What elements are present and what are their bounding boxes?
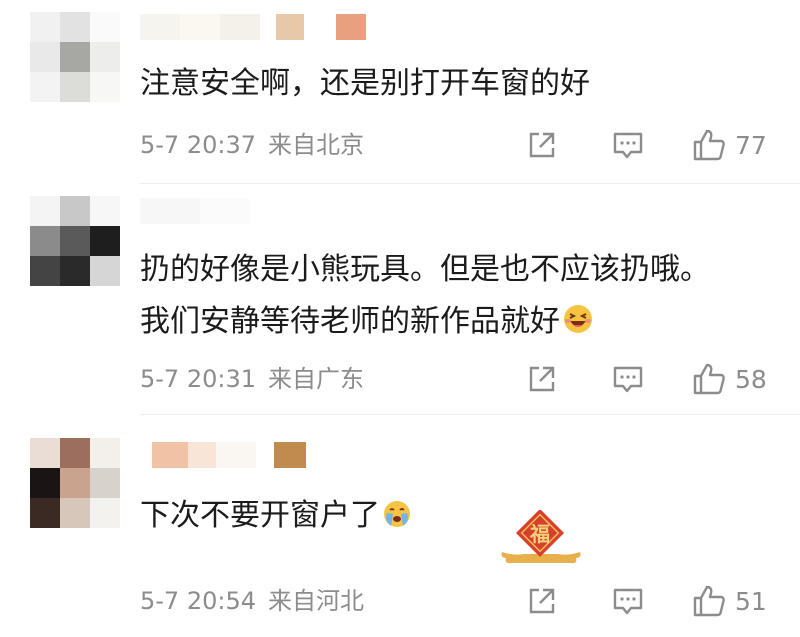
divider xyxy=(140,414,800,415)
comment-button[interactable] xyxy=(611,128,645,162)
thumbs-up-icon xyxy=(693,363,725,395)
like-count: 51 xyxy=(735,586,767,616)
comment-icon xyxy=(613,132,643,159)
thumbs-up-icon xyxy=(693,129,725,161)
laughing-face-emoji xyxy=(564,305,592,333)
comment-location: 来自河北 xyxy=(268,587,364,615)
username[interactable] xyxy=(140,14,380,40)
share-icon xyxy=(529,132,555,158)
like-button[interactable]: 77 xyxy=(691,128,767,162)
fu-badge-icon: 福 xyxy=(501,510,581,564)
comment-actions: 51 xyxy=(525,584,785,618)
divider xyxy=(140,183,800,184)
comment-time: 5-7 20:54 xyxy=(140,587,256,615)
comment-text-line: 我们安静等待老师的新作品就好 xyxy=(140,294,594,350)
comment-actions: 58 xyxy=(525,362,785,396)
comment-time: 5-7 20:31 xyxy=(140,365,256,393)
comment-meta: 5-7 20:37 来自北京 xyxy=(140,128,364,162)
comment-text-line: 下次不要开窗户了 xyxy=(140,488,412,544)
avatar[interactable] xyxy=(30,12,120,102)
share-button[interactable] xyxy=(525,128,559,162)
comment-meta: 5-7 20:54 来自河北 xyxy=(140,584,364,618)
avatar[interactable] xyxy=(30,438,120,528)
like-button[interactable]: 51 xyxy=(691,584,767,618)
comment-icon xyxy=(613,588,643,615)
share-button[interactable] xyxy=(525,584,559,618)
comment-actions: 77 xyxy=(525,128,785,162)
comment-text-line: 扔的好像是小熊玩具。但是也不应该扔哦。 xyxy=(140,252,710,287)
fu-badge-text: 福 xyxy=(529,522,550,546)
comment-button[interactable] xyxy=(611,584,645,618)
comment-text: 我们安静等待老师的新作品就好 xyxy=(140,304,560,339)
like-count: 77 xyxy=(735,130,767,160)
crying-face-emoji xyxy=(384,501,410,527)
comment-icon xyxy=(613,366,643,393)
like-count: 58 xyxy=(735,364,767,394)
share-icon xyxy=(529,366,555,392)
comment-location: 来自北京 xyxy=(268,131,364,159)
avatar[interactable] xyxy=(30,196,120,286)
comment-time: 5-7 20:37 xyxy=(140,131,256,159)
username[interactable] xyxy=(140,198,300,224)
like-button[interactable]: 58 xyxy=(691,362,767,396)
share-button[interactable] xyxy=(525,362,559,396)
comment-text: 注意安全啊，还是别打开车窗的好 xyxy=(140,66,590,101)
comment-location: 来自广东 xyxy=(268,365,364,393)
comment-button[interactable] xyxy=(611,362,645,396)
comment-meta: 5-7 20:31 来自广东 xyxy=(140,362,364,396)
comment-text: 下次不要开窗户了 xyxy=(140,498,380,533)
thumbs-up-icon xyxy=(693,585,725,617)
username[interactable] xyxy=(140,442,340,468)
share-icon xyxy=(529,588,555,614)
